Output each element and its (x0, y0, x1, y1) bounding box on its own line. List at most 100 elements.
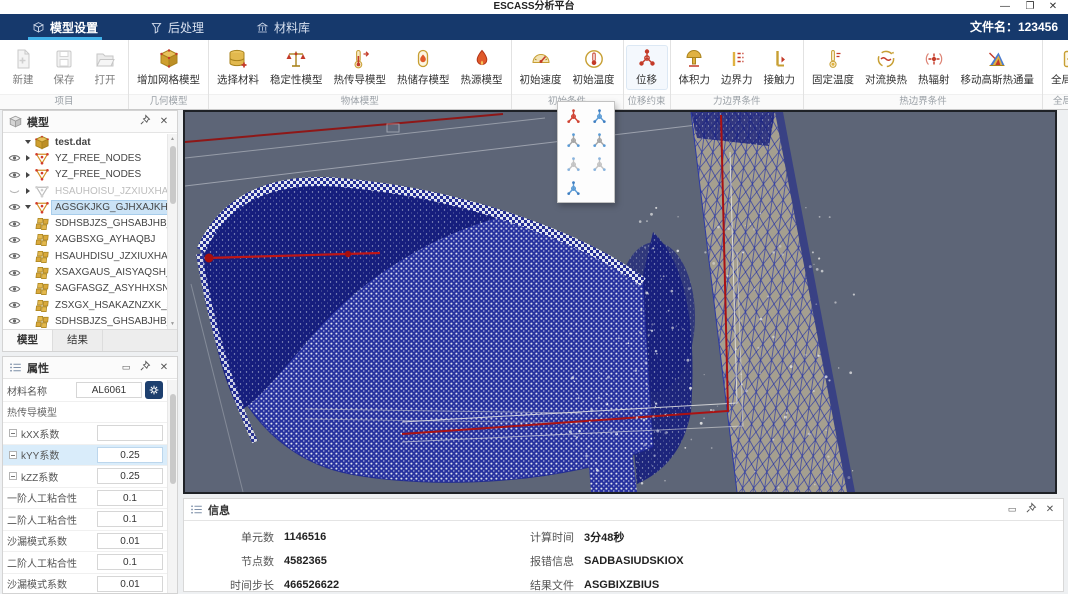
panel-tab-模型[interactable]: 模型 (3, 330, 53, 351)
contact-force-button[interactable]: 接触力 (759, 46, 801, 89)
pin-icon[interactable] (138, 360, 152, 375)
stability-scale-button[interactable]: 稳定性模型 (265, 46, 328, 89)
constraint-xyz-red-icon[interactable] (561, 105, 585, 127)
panel-tab-结果[interactable]: 结果 (53, 330, 103, 351)
material-db-button[interactable]: 选择材料 (212, 46, 264, 89)
minimize-icon[interactable]: — (994, 0, 1016, 14)
tree-node[interactable]: SAGFASGZ_ASYHHXSN (3, 281, 177, 297)
tree-node[interactable]: SDHSBJZS_GHSABJHB_ZAHU (3, 313, 177, 329)
property-value-input[interactable]: AL6061 (76, 382, 142, 398)
property-value-input[interactable]: 0.1 (97, 490, 163, 506)
eye-visible-icon[interactable] (7, 298, 22, 312)
mesh-cube-button[interactable]: 增加网格模型 (132, 46, 205, 89)
caret-down-icon[interactable] (24, 140, 32, 144)
material-settings-button[interactable] (145, 381, 163, 399)
scrollbar-thumb[interactable] (170, 394, 176, 484)
radiation-button[interactable]: 热辐射 (913, 46, 955, 89)
tree-node[interactable]: YZ_FREE_NODES (3, 150, 177, 166)
global-settings-button[interactable]: 全局设置 (1046, 46, 1068, 89)
property-value-input[interactable]: 0.01 (97, 533, 163, 549)
tree-expander-icon[interactable] (9, 429, 17, 437)
scroll-down-icon[interactable]: ▼ (168, 319, 177, 329)
eye-visible-icon[interactable] (7, 282, 22, 296)
eye-hidden-icon[interactable] (7, 184, 22, 198)
close-icon[interactable]: ✕ (1042, 0, 1064, 14)
pin-icon[interactable] (1024, 502, 1038, 517)
property-row[interactable]: 沙漏模式系数0.01 (3, 531, 167, 553)
heat-source-button[interactable]: 热源模型 (456, 46, 508, 89)
scrollbar-thumb[interactable] (170, 146, 176, 204)
gaussian-flux-button[interactable]: 移动高斯热通量 (956, 46, 1040, 89)
caret-right-icon[interactable] (24, 155, 32, 161)
tree-node[interactable]: HSAUHDISU_JZXIUXHAHX (3, 248, 177, 264)
viewport-3d[interactable] (183, 110, 1057, 494)
property-row[interactable]: 二阶人工粘合性0.1 (3, 552, 167, 574)
close-panel-icon[interactable]: ✕ (157, 362, 171, 373)
property-value-input[interactable]: 0.1 (97, 511, 163, 527)
property-row[interactable]: kZZ系数0.25 (3, 466, 167, 488)
constraint-xy-icon[interactable] (561, 129, 585, 151)
convection-button[interactable]: 对流换热 (860, 46, 912, 89)
tree-node[interactable]: XSAXGAUS_AISYAQSH_ASHX (3, 264, 177, 280)
tree-node[interactable]: SDHSBJZS_GHSABJHB_ZAHU (3, 215, 177, 231)
tree-scrollbar[interactable]: ▲ ▼ (167, 134, 177, 329)
property-row[interactable]: kXX系数 (3, 423, 167, 445)
restore-panel-icon[interactable]: ▭ (1005, 504, 1019, 515)
property-value-input[interactable]: 0.25 (97, 447, 163, 463)
menu-tab-post-process[interactable]: 后处理 (144, 14, 210, 40)
property-value-input[interactable]: 0.01 (97, 576, 163, 592)
property-value-input[interactable]: 0.25 (97, 468, 163, 484)
properties-scrollbar[interactable] (167, 380, 177, 593)
boundary-force-button[interactable]: 边界力 (716, 46, 758, 89)
tree-node[interactable]: HSAUHOISU_JZXIUXHAHX (3, 183, 177, 199)
fixed-temperature-button[interactable]: 固定温度 (807, 46, 859, 89)
eye-visible-icon[interactable] (7, 314, 22, 328)
property-row[interactable]: 材料名称AL6061 (3, 380, 167, 402)
initial-temperature-button[interactable]: 初始温度 (568, 46, 620, 89)
eye-visible-icon[interactable] (7, 200, 22, 214)
property-value-input[interactable] (97, 425, 163, 441)
new-file-button[interactable]: 新建 (3, 46, 43, 89)
scroll-up-icon[interactable]: ▲ (168, 134, 177, 144)
tree-expander-icon[interactable] (9, 451, 17, 459)
constraint-z-icon[interactable] (561, 177, 585, 199)
open-folder-button[interactable]: 打开 (85, 46, 125, 89)
caret-down-icon[interactable] (24, 205, 32, 209)
save-button[interactable]: 保存 (44, 46, 84, 89)
body-force-button[interactable]: 体积力 (674, 46, 716, 89)
close-panel-icon[interactable]: ✕ (157, 116, 171, 127)
tree-node[interactable]: test.dat (3, 134, 177, 150)
restore-panel-icon[interactable]: ▭ (119, 362, 133, 373)
caret-right-icon[interactable] (24, 188, 32, 194)
eye-visible-icon[interactable] (7, 151, 22, 165)
constraint-y-icon[interactable] (587, 153, 611, 175)
eye-visible-icon[interactable] (7, 266, 22, 280)
eye-visible-icon[interactable] (7, 233, 22, 247)
menu-tab-model-settings[interactable]: 模型设置 (26, 14, 104, 40)
property-row[interactable]: kYY系数0.25 (3, 445, 167, 467)
heat-storage-button[interactable]: 热储存模型 (392, 46, 455, 89)
tree-node[interactable]: XAGBSXG_AYHAQBJ (3, 232, 177, 248)
initial-velocity-button[interactable]: 初始速度 (515, 46, 567, 89)
constraint-x-icon[interactable] (561, 153, 585, 175)
property-row[interactable]: 一阶人工粘合性0.1 (3, 488, 167, 510)
menu-tab-material-library[interactable]: 材料库 (250, 14, 316, 40)
constraint-xyz-blue-icon[interactable] (587, 105, 611, 127)
constraint-yz-icon[interactable] (587, 129, 611, 151)
eye-visible-icon[interactable] (7, 168, 22, 182)
tree-node[interactable]: AGSGKJKG_GJHXAJKHXA (3, 199, 177, 215)
close-panel-icon[interactable]: ✕ (1043, 504, 1057, 515)
eye-visible-icon[interactable] (7, 217, 22, 231)
caret-right-icon[interactable] (24, 172, 32, 178)
property-value-input[interactable]: 0.1 (97, 554, 163, 570)
eye-visible-icon[interactable] (7, 249, 22, 263)
heat-conduction-button[interactable]: 热传导模型 (329, 46, 392, 89)
property-row[interactable]: 二阶人工粘合性0.1 (3, 509, 167, 531)
tree-node[interactable]: YZ_FREE_NODES (3, 167, 177, 183)
displacement-button[interactable]: 位移 (627, 46, 667, 89)
tree-expander-icon[interactable] (9, 472, 17, 480)
pin-icon[interactable] (138, 114, 152, 129)
property-row[interactable]: 沙漏模式系数0.01 (3, 574, 167, 594)
tree-node[interactable]: ZSXGX_HSAKAZNZXK_AHASX (3, 297, 177, 313)
restore-icon[interactable]: ❐ (1019, 0, 1041, 14)
